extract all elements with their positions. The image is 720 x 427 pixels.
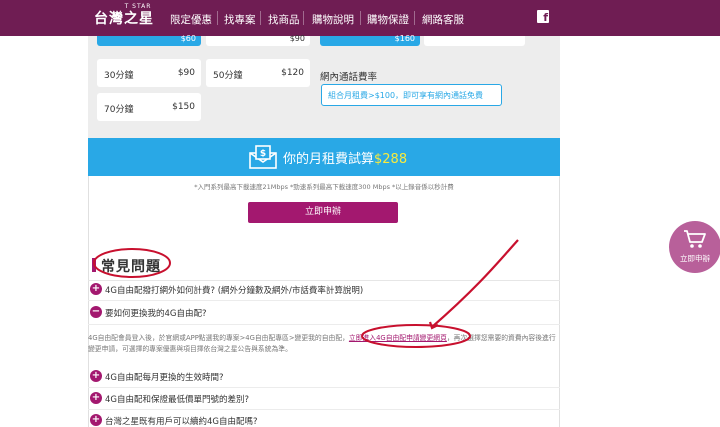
rate-option-30min[interactable]: 30分鐘 $90 [97,59,201,87]
nav-separator [217,11,218,25]
faq-question: 台灣之星既有用戶可以續約4G自由配嗎? [105,417,258,427]
rate-option-50min[interactable]: 50分鐘 $120 [206,59,310,87]
faq-answer: 4G自由配會員登入後，於官網或APP點選我的專案>4G自由配專區>變更我的自由配… [88,334,556,353]
nav-separator [414,11,415,25]
expand-icon: + [90,392,102,404]
faq-title-marker [92,258,96,272]
nav-separator [360,11,361,25]
floating-apply-button[interactable]: 立即申辦 [669,221,720,273]
faq-divider [88,324,560,325]
logo-small-text: T STAR [124,3,152,10]
nav-shopping-guarantee[interactable]: 購物保證 [367,12,409,27]
faq-item[interactable]: + 4G自由配撥打網外如何計費? (網外分鐘數及網外/市話費率計算說明) [88,279,560,301]
rate-cell[interactable] [424,36,525,46]
bill-amount: $288 [374,152,408,167]
faq-question: 4G自由配撥打網外如何計費? (網外分鐘數及網外/市話費率計算說明) [105,286,364,296]
expand-icon: + [90,370,102,382]
expand-icon: + [90,283,102,295]
nav-find-plan[interactable]: 找專案 [224,12,256,27]
faq-question: 4G自由配和保證最低價單門號的差別? [105,395,250,405]
nav-online-support[interactable]: 網路客服 [422,12,464,27]
nav-find-product[interactable]: 找商品 [268,12,300,27]
collapse-icon: − [90,306,102,318]
floating-apply-label: 立即申辦 [680,254,710,263]
expand-icon: + [90,414,102,426]
rate-cell-selected[interactable]: $60 [97,34,201,46]
nav-separator [303,11,304,25]
facebook-icon[interactable]: f [537,10,549,24]
speed-footnote: *入門系列最高下載速度21Mbps *勁速系列最高下載速度300 Mbps *以… [194,183,454,191]
apply-now-button[interactable]: 立即申辦 [248,202,398,223]
faq-question: 4G自由配每月更換的生效時間? [105,373,224,383]
bill-envelope-icon: $ [249,145,277,169]
nav-separator [260,11,261,25]
faq-question: 要如何更換我的4G自由配? [105,309,207,319]
rate-option-70min[interactable]: 70分鐘 $150 [97,93,201,121]
faq-item[interactable]: + 4G自由配每月更換的生效時間? [88,366,560,388]
faq-item[interactable]: + 4G自由配和保證最低價單門號的差別? [88,388,560,410]
internal-rate-tag: 組合月租費>$100，即可享有網內通話免費 [321,84,502,106]
faq-item-expanded[interactable]: − 要如何更換我的4G自由配? [88,302,560,324]
cart-icon [684,230,706,248]
monthly-bill-estimate: 你的月租費試算$288 [283,152,408,167]
logo-text: 台灣之星 [94,11,154,27]
faq-item[interactable]: + 台灣之星既有用戶可以續約4G自由配嗎? [88,410,560,427]
nav-shopping-guide[interactable]: 購物說明 [312,12,354,27]
internal-rate-title: 網內通話費率 [320,72,378,83]
rate-cell-selected[interactable]: $160 [320,34,420,46]
change-plan-link[interactable]: 立即進入4G自由配申請變更網頁 [349,334,447,342]
nav-limited-offers[interactable]: 限定優惠 [170,12,212,27]
faq-title: 常見問題 [101,259,161,275]
tstar-logo[interactable]: T STAR 台灣之星 [94,3,154,27]
rate-cell[interactable]: $90 [206,34,310,46]
svg-text:$: $ [260,149,266,159]
